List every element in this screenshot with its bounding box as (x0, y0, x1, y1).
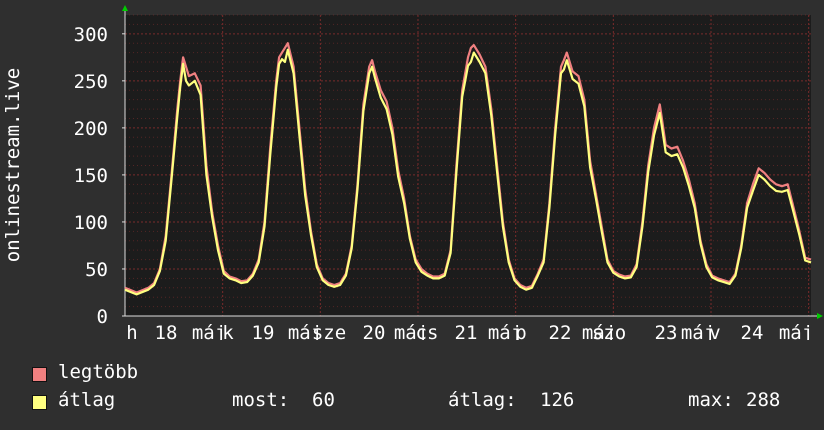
x-tick-label: 21 (455, 322, 478, 340)
x-tick-label: 23 (655, 322, 678, 340)
y-axis-arrow (122, 5, 128, 11)
legend-swatch-avg (32, 395, 47, 410)
x-tick-label: sze (312, 322, 346, 340)
x-tick-labels: h 18 májk 19 májsze 20 májcs 21 májp 22 májszo 23 má… (126, 322, 813, 340)
x-tick-label: k (222, 322, 234, 340)
y-axis-label: onlinestream.live (2, 68, 24, 262)
y-tick-label: 100 (74, 212, 108, 234)
y-tick-labels: 0 50 100 150 200 250 300 (74, 24, 125, 328)
legend-label-max: legtöbb (58, 361, 139, 383)
y-tick-label: 50 (85, 259, 108, 281)
x-tick-label: v (709, 322, 720, 340)
x-tick-label: 24 (741, 322, 764, 340)
y-tick-label: 300 (74, 24, 108, 46)
x-tick-label: 22 (549, 322, 572, 340)
stat-now-value: 60 (312, 389, 335, 411)
stat-now-label: most: (232, 389, 290, 411)
y-tick-label: 200 (74, 118, 108, 140)
x-tick-label: cs (416, 322, 439, 340)
x-tick-label: 20 (363, 322, 386, 340)
x-tick-label: máj (779, 322, 813, 340)
stat-avg-value: 126 (540, 389, 575, 411)
legend-swatch-max (32, 367, 47, 382)
x-tick-label: 19 (252, 322, 275, 340)
x-tick-label: h (126, 322, 137, 340)
x-tick-label: 18 (155, 322, 178, 340)
y-tick-label: 150 (74, 165, 108, 187)
chart: 050100150200250300 h 18 májk 19 májsze 20 májc… (2, 5, 823, 340)
legend-label-avg: átlag (58, 389, 116, 411)
stat-max-value: 288 (746, 389, 781, 411)
stat-max-label: max: (688, 389, 734, 411)
y-tick-label: 0 (97, 306, 108, 328)
x-axis-arrow (817, 313, 823, 319)
y-tick-label: 250 (74, 71, 108, 93)
x-tick-label: p (515, 322, 526, 340)
x-tick-label: szo (592, 322, 626, 340)
x-tick-label: máj (192, 322, 226, 340)
stat-avg-label: átlag: (448, 389, 517, 411)
